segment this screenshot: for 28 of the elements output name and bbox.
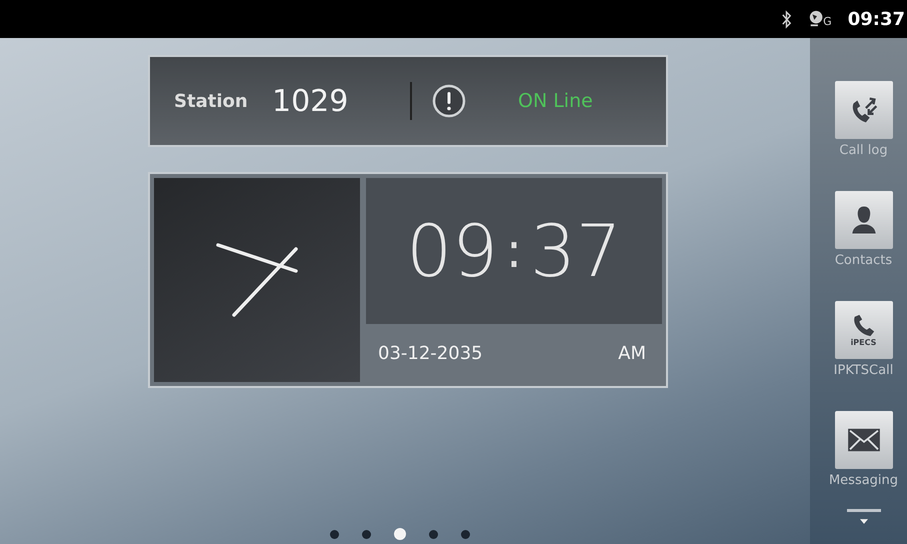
- status-time: 09:37: [848, 8, 905, 30]
- messaging-app-button[interactable]: [834, 411, 892, 469]
- clock-meridiem: AM: [618, 342, 646, 364]
- call-log-app-button[interactable]: [834, 81, 892, 139]
- page-dot[interactable]: [429, 530, 438, 538]
- station-label: Station: [174, 90, 249, 112]
- app-label: Contacts: [834, 253, 892, 268]
- page-dot[interactable]: [362, 530, 371, 538]
- app-label: IPKTSCall: [834, 363, 894, 378]
- status-text: ON Line: [518, 90, 593, 112]
- station-number: 1029: [272, 84, 350, 118]
- network-type: G: [823, 15, 832, 28]
- caret-down-icon: [860, 519, 868, 524]
- phone-app-button[interactable]: iPECS: [834, 301, 892, 359]
- clock-date: 03-12-2035: [378, 342, 483, 364]
- clock-hours: 09: [406, 209, 498, 293]
- app-label: Messaging: [828, 473, 898, 488]
- page-dot[interactable]: [461, 530, 470, 538]
- page-dot[interactable]: [394, 528, 406, 540]
- clock-minutes: 37: [530, 209, 622, 293]
- logo-text: iPECS: [850, 338, 876, 346]
- contacts-app-button[interactable]: [834, 191, 892, 249]
- app-label: Call log: [839, 143, 888, 158]
- alert-icon[interactable]: [432, 84, 466, 118]
- page-dot[interactable]: [330, 530, 339, 538]
- bluetooth-icon: [781, 10, 792, 28]
- clock-separator: :: [506, 223, 522, 279]
- app-drawer-handle[interactable]: [846, 509, 880, 524]
